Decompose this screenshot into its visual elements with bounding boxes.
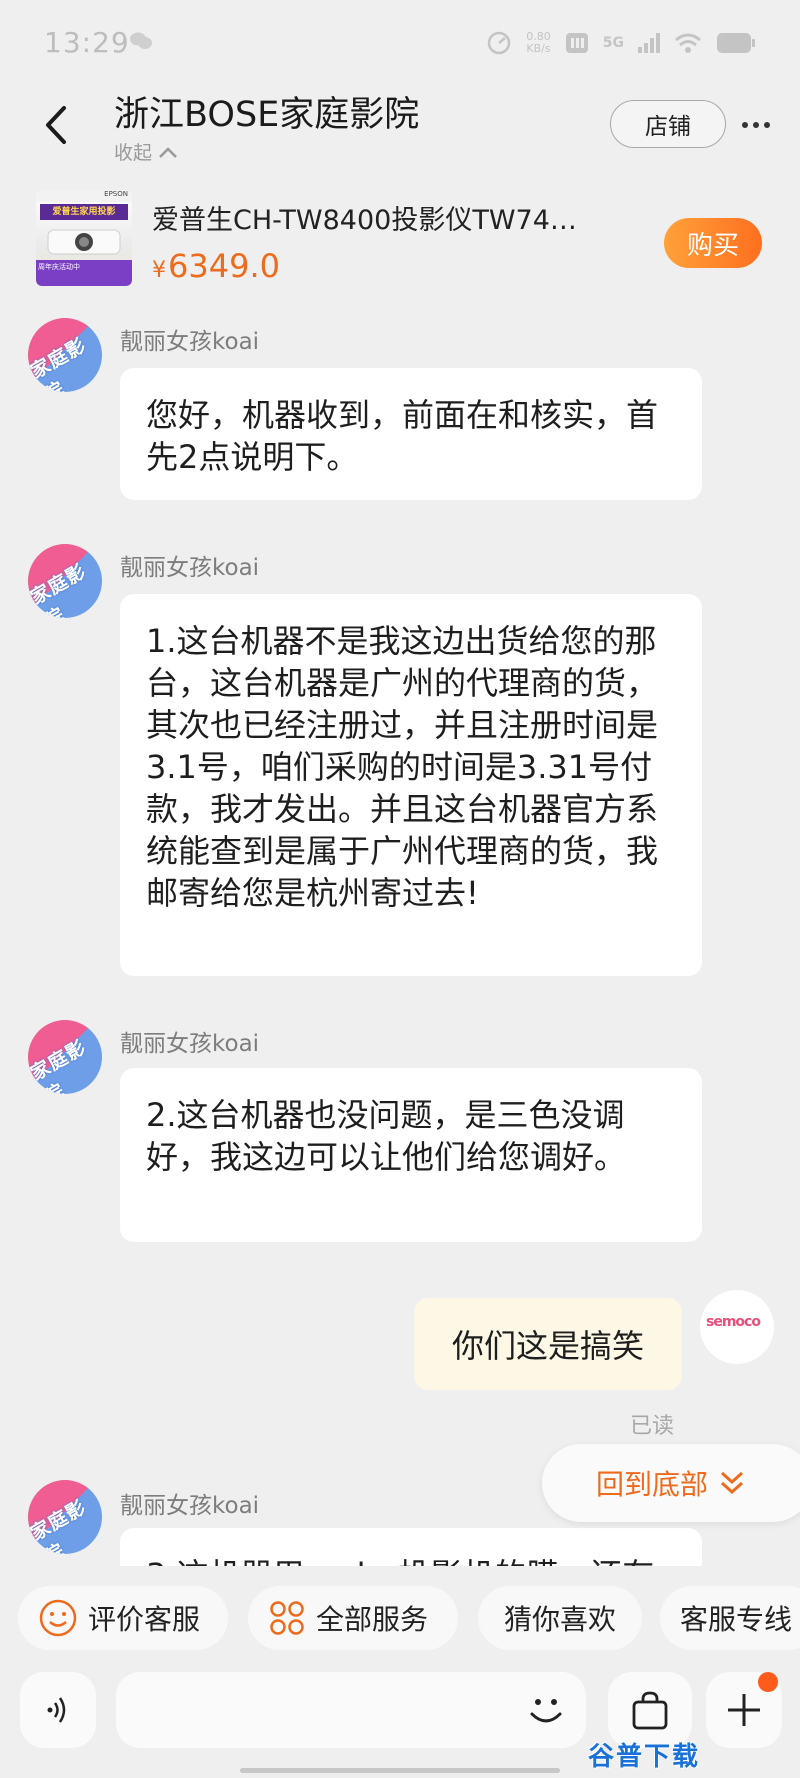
status-indicators: 0.80 KB/s 5G — [486, 26, 756, 60]
wifi-icon — [675, 33, 701, 53]
chip-rate-service[interactable]: 评价客服 — [18, 1586, 228, 1650]
more-dot — [753, 122, 759, 128]
read-status: 已读 — [630, 1414, 675, 1439]
plus-icon — [728, 1694, 760, 1726]
emoji-eye — [535, 1699, 541, 1705]
shopping-bag-icon — [632, 1691, 668, 1730]
my-message-bubble[interactable]: 你们这是搞笑 — [414, 1298, 682, 1390]
chip-label: 评价客服 — [88, 1603, 201, 1636]
back-arrow-icon — [46, 106, 66, 144]
chevron-up-icon — [159, 146, 177, 158]
signal-bars-icon — [638, 33, 660, 53]
chip-hotline[interactable]: 客服专线 — [660, 1586, 800, 1650]
more-options-button[interactable] — [736, 110, 776, 140]
product-thumbnail[interactable]: EPSON 爱普生家用投影 周年庆活动中 — [36, 190, 132, 286]
message-sender: 靓丽女孩koai — [120, 329, 260, 355]
scroll-to-bottom-button[interactable]: 回到底部 — [542, 1444, 800, 1522]
message-sender: 靓丽女孩koai — [120, 1493, 260, 1519]
notification-dot — [758, 1672, 778, 1692]
price-value: 6349.0 — [168, 247, 280, 285]
speed-gauge-icon — [488, 31, 511, 55]
product-brand-strip: EPSON — [36, 190, 132, 202]
store-button[interactable]: 店铺 — [610, 100, 726, 148]
avatar-text: 家庭影院 — [28, 1036, 91, 1094]
grid-icon — [270, 1601, 304, 1635]
price-currency: ¥ — [152, 258, 166, 283]
home-indicator[interactable] — [240, 1768, 560, 1773]
status-time: 13:29 — [44, 26, 130, 59]
battery-icon — [717, 33, 755, 53]
avatar-text: 家庭影院 — [28, 1496, 91, 1554]
hd-icon — [565, 33, 588, 53]
voice-icon — [47, 1697, 66, 1723]
watermark: 谷普下载 — [588, 1742, 701, 1772]
emoji-mouth — [530, 1712, 562, 1723]
chip-label: 猜你喜欢 — [503, 1603, 616, 1636]
agent-avatar[interactable]: 家庭影院 — [28, 544, 102, 618]
emoji-eye — [551, 1699, 557, 1705]
buy-button[interactable]: 购买 — [664, 218, 762, 268]
back-button[interactable] — [38, 100, 78, 150]
smile-icon — [39, 1599, 77, 1637]
product-promo-tag: 周年庆活动中 — [36, 260, 132, 286]
chat-title: 浙江BOSE家庭影院 — [114, 95, 420, 135]
message-sender: 靓丽女孩koai — [120, 1031, 260, 1057]
chip-label: 全部服务 — [316, 1603, 429, 1636]
collapse-toggle[interactable]: 收起 — [114, 138, 178, 165]
product-price: ¥6349.0 — [152, 247, 280, 285]
message-input[interactable] — [116, 1672, 586, 1748]
agent-avatar[interactable]: 家庭影院 — [28, 318, 102, 392]
avatar-text: 家庭影院 — [28, 560, 91, 618]
my-avatar-text: semoco — [706, 1314, 761, 1330]
product-title[interactable]: 爱普生CH-TW8400投影仪TW74… — [152, 198, 632, 237]
emoji-button[interactable] — [520, 1684, 572, 1736]
chip-recommendations[interactable]: 猜你喜欢 — [478, 1586, 642, 1650]
double-chevron-down-icon — [721, 1471, 744, 1495]
my-avatar[interactable]: semoco — [700, 1290, 774, 1364]
message-bubble[interactable]: 您好，机器收到，前面在和核实，首先2点说明下。 — [120, 368, 702, 500]
agent-avatar[interactable]: 家庭影院 — [28, 1480, 102, 1554]
wechat-notification-icon — [130, 32, 152, 49]
message-sender: 靓丽女孩koai — [120, 555, 260, 581]
agent-avatar[interactable]: 家庭影院 — [28, 1020, 102, 1094]
signal-icon: 5G — [602, 35, 624, 51]
avatar-text: 家庭影院 — [28, 334, 91, 392]
collapse-label: 收起 — [114, 142, 153, 164]
projector-image — [47, 229, 121, 255]
more-dot — [764, 122, 770, 128]
scroll-to-bottom-label: 回到底部 — [596, 1468, 709, 1501]
message-bubble[interactable]: 1.这台机器不是我这边出货给您的那台，这台机器是广州的代理商的货，其次也已经注册… — [120, 594, 702, 976]
voice-input-button[interactable] — [20, 1672, 96, 1748]
more-dot — [742, 122, 748, 128]
net-speed: 0.80 KB/s — [526, 30, 551, 55]
chip-label: 客服专线 — [680, 1603, 793, 1636]
chip-all-services[interactable]: 全部服务 — [248, 1586, 458, 1650]
message-bubble[interactable]: 2.这台机器也没问题，是三色没调好，我这边可以让他们给您调好。 — [120, 1068, 702, 1242]
product-banner: 爱普生家用投影 — [40, 204, 128, 220]
